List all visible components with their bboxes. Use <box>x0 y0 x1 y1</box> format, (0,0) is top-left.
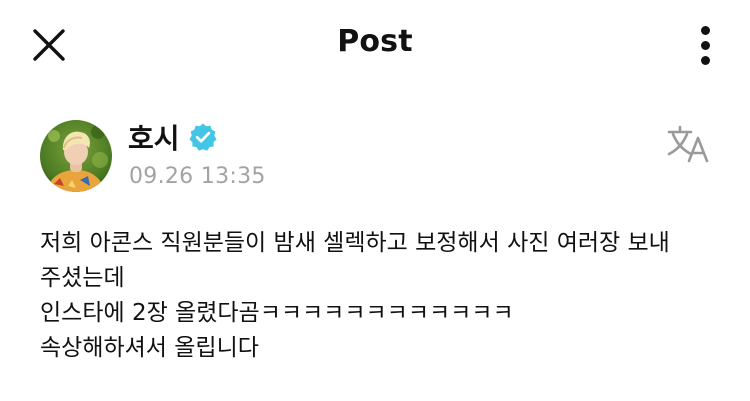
avatar-image <box>40 120 112 192</box>
post-timestamp: 09.26 13:35 <box>129 164 266 189</box>
translate-icon <box>667 125 709 163</box>
post-text-line: 주셨는데 <box>40 265 125 291</box>
post-author-header: 호시 09.26 13:35 <box>40 120 710 200</box>
post-text-line: 속상해하셔서 올립니다 <box>40 335 259 361</box>
translate-button[interactable] <box>665 124 711 164</box>
post-text-line: 인스타에 2장 올렸다곰ㅋㅋㅋㅋㅋㅋㅋㅋㅋㅋㅋㅋ <box>40 300 514 326</box>
author-name-row: 호시 <box>128 117 218 157</box>
avatar[interactable] <box>40 120 112 192</box>
author-name[interactable]: 호시 <box>128 117 180 157</box>
post-text-line: 저희 아콘스 직원분들이 밤새 셀렉하고 보정해서 사진 여러장 보내 <box>40 230 670 256</box>
more-vertical-icon <box>701 26 710 35</box>
verified-badge-icon <box>189 123 217 151</box>
top-bar: Post <box>0 0 750 90</box>
post-content: 저희 아콘스 직원분들이 밤새 셀렉하고 보정해서 사진 여러장 보내 주셨는데… <box>40 226 720 366</box>
more-options-button[interactable] <box>690 22 720 68</box>
more-vertical-icon-dot <box>701 56 710 65</box>
page-title: Post <box>337 24 413 59</box>
more-vertical-icon-dot <box>701 41 710 50</box>
